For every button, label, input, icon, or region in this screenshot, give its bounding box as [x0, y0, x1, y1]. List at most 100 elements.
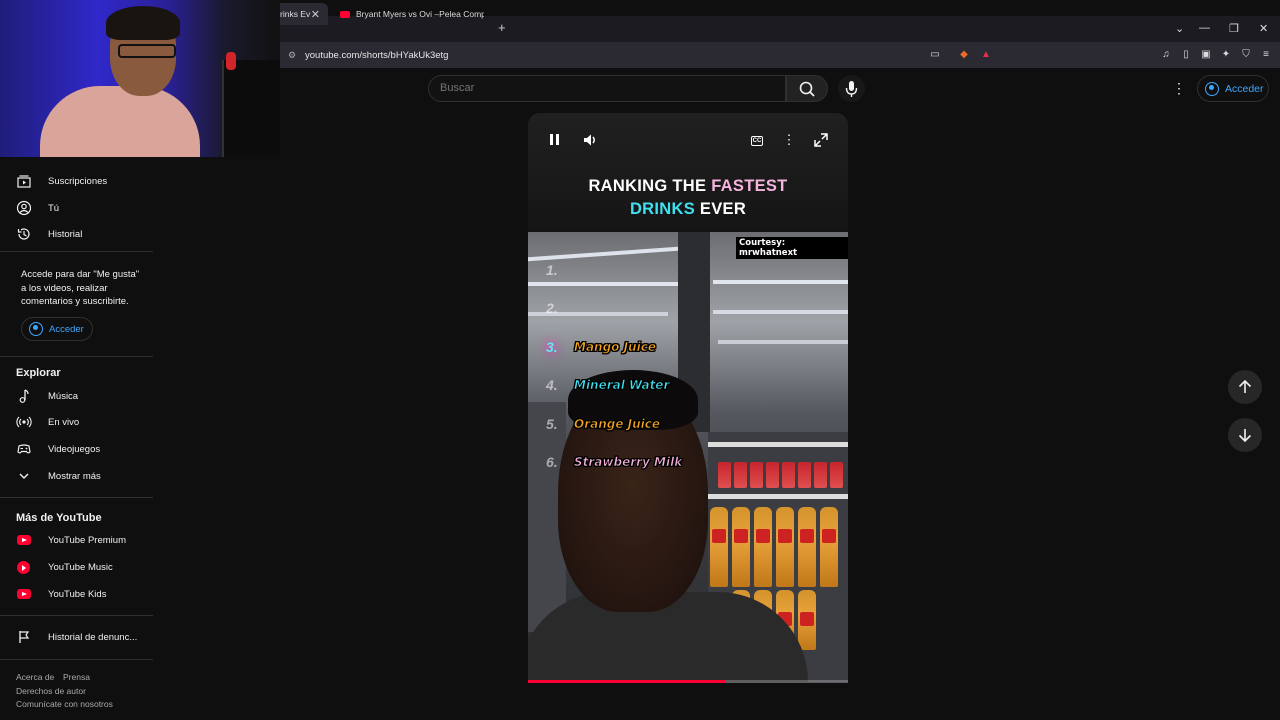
voice-search-button[interactable] [838, 75, 865, 102]
close-window-icon[interactable]: ✕ [1259, 22, 1268, 35]
site-settings-icon[interactable]: ⚙ [288, 50, 296, 61]
sidebar-divider [0, 356, 153, 357]
account-icon [1205, 81, 1219, 96]
sidebar-item-label: YouTube Kids [48, 588, 107, 600]
maximize-icon[interactable]: ❐ [1229, 22, 1239, 35]
sidebar-signin-button[interactable]: Acceder [21, 317, 93, 341]
footer-link-copyright[interactable]: Derechos de autor [16, 686, 86, 696]
subscriptions-icon [17, 175, 31, 188]
search-input[interactable] [440, 82, 760, 94]
signin-button[interactable]: Acceder [1197, 75, 1269, 102]
sidebar-item-youtube-music[interactable]: YouTube Music [0, 554, 152, 580]
footer-link-press[interactable]: Prensa [63, 672, 90, 682]
more-actions-icon[interactable]: ⋮ [779, 130, 799, 150]
explore-title: Explorar [16, 367, 61, 379]
sidebar-item-label: Videojuegos [48, 443, 101, 455]
vpn-icon[interactable]: ⛉ [1240, 49, 1252, 61]
sidebar-item-music[interactable]: Música [0, 383, 152, 409]
title-highlight: FASTEST [711, 177, 788, 195]
rank-number: 4. [546, 377, 558, 393]
live-icon [16, 416, 32, 428]
sidebar-item-report-history[interactable]: Historial de denunc... [0, 624, 152, 650]
sidebar-item-youtube-kids[interactable]: YouTube Kids [0, 581, 152, 607]
search-box[interactable] [428, 75, 786, 102]
account-icon [29, 322, 43, 336]
footer-link-contact[interactable]: Comunícate con nosotros [16, 699, 113, 707]
next-short-button[interactable] [1228, 418, 1262, 452]
cast-icon[interactable]: ▭ [929, 49, 941, 61]
rank-number: 6. [546, 454, 558, 470]
you-icon [16, 200, 32, 216]
rank-label: Orange Juice [574, 417, 661, 432]
chevron-down-icon [19, 473, 29, 479]
media-icon[interactable]: ♫ [1160, 49, 1172, 61]
youtube-favicon-icon [340, 10, 350, 18]
arrow-up-icon [1238, 379, 1252, 393]
search-icon [799, 81, 815, 97]
webcam-overlay [0, 0, 280, 157]
pause-icon [549, 134, 553, 145]
gaming-icon [17, 444, 31, 454]
volume-button[interactable] [580, 130, 600, 150]
rank-number: 2. [546, 300, 558, 316]
signin-label: Acceder [49, 323, 84, 335]
shorts-player[interactable]: CC ⋮ RANKING THE FASTEST DRINKS EVER Cou… [528, 113, 848, 683]
arrow-down-icon [1238, 429, 1252, 443]
sidebar-item-label: Música [48, 390, 79, 402]
sidebar-divider [0, 659, 153, 660]
brave-shield-icon[interactable]: ◆ [958, 49, 970, 61]
sidebar-item-you[interactable]: Tú [0, 195, 152, 221]
sidebar-item-live[interactable]: En vivo [0, 409, 152, 435]
footer-link-about[interactable]: Acerca de [16, 672, 54, 682]
history-icon [17, 228, 30, 240]
sidebar-item-label: Tú [48, 202, 60, 214]
pause-button[interactable] [544, 130, 564, 150]
sidebar-item-gaming[interactable]: Videojuegos [0, 436, 152, 462]
sidebar-divider [0, 497, 153, 498]
sidebar-item-label: Historial de denunc... [48, 631, 138, 643]
sidebar-item-youtube-premium[interactable]: YouTube Premium [0, 527, 152, 553]
brave-rewards-icon[interactable]: ▲ [980, 49, 992, 61]
close-tab-icon[interactable]: ✕ [311, 8, 320, 21]
browser-menu-icon[interactable]: ≡ [1260, 49, 1272, 61]
volume-icon [584, 134, 595, 146]
youtube-music-icon [17, 561, 30, 574]
rank-label: Mineral Water [574, 378, 670, 393]
sidebar-toggle-icon[interactable]: ▯ [1180, 49, 1192, 61]
rank-label: Mango Juice [574, 340, 657, 355]
tab-list-icon[interactable]: ⌄ [1175, 22, 1184, 35]
title-highlight: DRINKS [629, 200, 696, 218]
signin-prompt: Accede para dar "Me gusta" a los videos,… [21, 269, 140, 307]
microphone-icon [845, 81, 858, 97]
sidebar-item-history[interactable]: Historial [0, 221, 152, 247]
title-text: RANKING THE [588, 177, 712, 195]
sidebar-item-label: Mostrar más [48, 470, 101, 482]
sidebar-show-more[interactable]: Mostrar más [0, 463, 152, 489]
minimize-icon[interactable]: — [1199, 22, 1210, 34]
rank-label: Strawberry Milk [574, 455, 683, 470]
rank-number: 1. [546, 262, 558, 278]
url-text[interactable]: youtube.com/shorts/bHYakUk3etg [305, 50, 448, 61]
video-overlay-title: RANKING THE FASTEST DRINKS EVER [528, 175, 848, 221]
sidebar-divider [0, 615, 153, 616]
browser-tab-active[interactable]: rinks Ev ✕ [272, 3, 328, 25]
fullscreen-button[interactable] [811, 130, 831, 150]
more-options-icon[interactable]: ⋮ [1172, 80, 1186, 97]
youtube-kids-icon [17, 589, 31, 599]
new-tab-button[interactable]: + [498, 20, 506, 35]
search-button[interactable] [786, 75, 828, 102]
previous-short-button[interactable] [1228, 370, 1262, 404]
music-note-icon [19, 389, 29, 403]
leo-ai-icon[interactable]: ✦ [1220, 49, 1232, 61]
sidebar-item-subscriptions[interactable]: Suscripciones [0, 168, 152, 194]
more-from-youtube-title: Más de YouTube [16, 512, 102, 524]
signin-label: Acceder [1225, 82, 1264, 95]
captions-button[interactable]: CC [747, 130, 767, 150]
rank-number: 5. [546, 416, 558, 432]
youtube-premium-icon [17, 535, 31, 545]
sidebar-item-label: YouTube Premium [48, 534, 126, 546]
video-frame[interactable]: Courtesy: mrwhatnext 1. 2. 3. Mango Juic… [528, 232, 848, 683]
expand-icon [814, 133, 828, 147]
browser-tab[interactable]: Bryant Myers vs Ovi –Pelea Completa [332, 3, 492, 25]
wallet-icon[interactable]: ▣ [1200, 49, 1212, 61]
